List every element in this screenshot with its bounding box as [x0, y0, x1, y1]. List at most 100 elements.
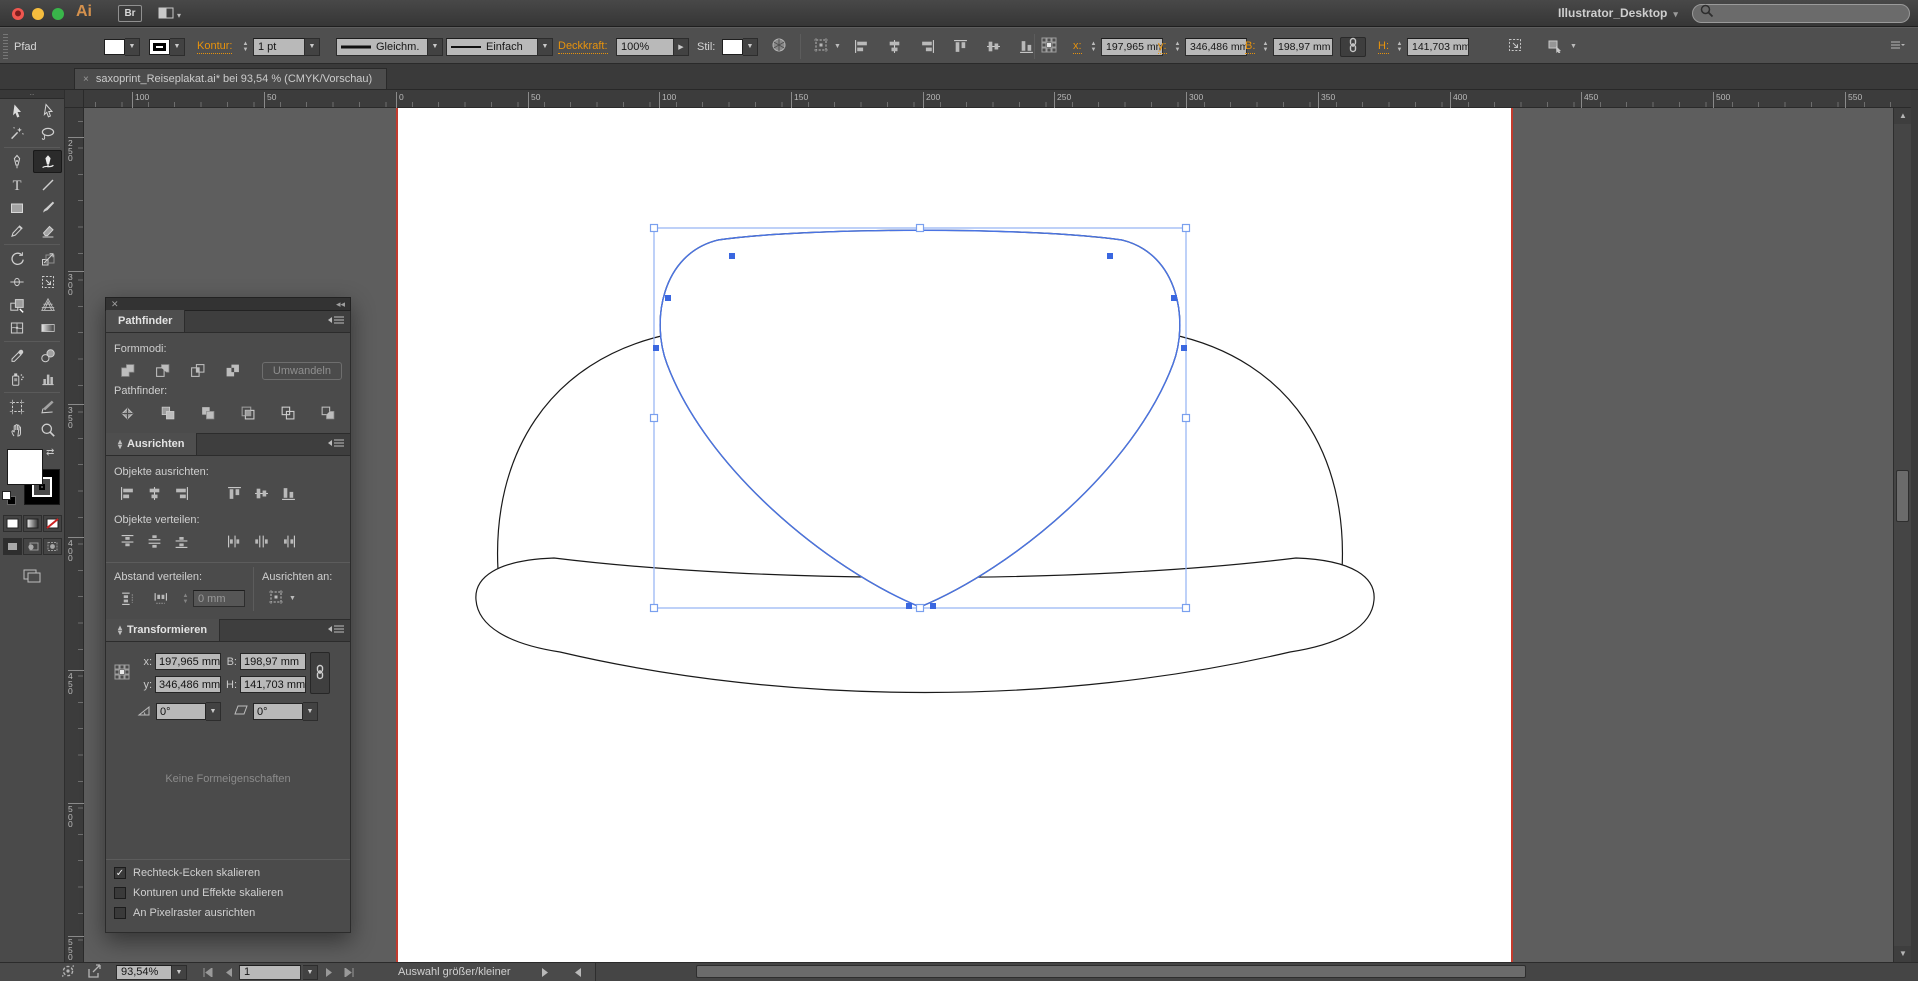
search-input[interactable] — [1692, 4, 1910, 23]
distribute-v-center-button[interactable] — [141, 531, 168, 552]
style-swatch[interactable] — [722, 39, 743, 55]
scroll-left-icon[interactable] — [569, 965, 587, 980]
tab-pathfinder[interactable]: Pathfinder — [106, 310, 185, 332]
transform-y-field[interactable]: 346,486 mm — [155, 676, 221, 693]
panel-menu-icon[interactable] — [328, 439, 344, 451]
shear-field[interactable]: 0° — [253, 703, 303, 720]
tools-panel-grip[interactable]: ‥ — [0, 90, 64, 99]
document-tab[interactable]: × saxoprint_Reiseplakat.ai* bei 93,54 % … — [74, 68, 387, 89]
lasso-tool[interactable] — [33, 122, 62, 145]
align-left-button[interactable] — [848, 36, 875, 57]
trim-button[interactable] — [154, 402, 181, 423]
unite-button[interactable] — [114, 360, 141, 381]
align-v-center-button[interactable] — [248, 483, 275, 504]
distribute-top-button[interactable] — [114, 531, 141, 552]
default-fill-stroke-icon[interactable] — [2, 491, 17, 506]
opacity-panel-link[interactable]: Deckkraft: — [558, 40, 608, 54]
canvas[interactable] — [84, 108, 1893, 962]
transform-width-field[interactable]: 198,97 mm — [240, 653, 306, 670]
ruler-corner[interactable] — [65, 90, 84, 108]
style-dropdown[interactable]: ▼ — [743, 38, 758, 56]
minimize-window-button[interactable] — [32, 8, 44, 20]
y-label[interactable]: y: — [1158, 40, 1167, 54]
stroke-panel-link[interactable]: Kontur: — [197, 40, 232, 54]
shape-builder-tool[interactable] — [2, 293, 31, 316]
fill-color-well[interactable] — [7, 449, 43, 485]
crop-button[interactable] — [234, 402, 261, 423]
draw-normal-button[interactable] — [3, 538, 22, 555]
y-field[interactable]: 346,486 mm — [1185, 38, 1247, 56]
hand-tool[interactable] — [2, 418, 31, 441]
align-bottom-button[interactable] — [1013, 36, 1040, 57]
line-segment-tool[interactable] — [33, 173, 62, 196]
fill-color-dropdown[interactable]: ▼ — [125, 38, 140, 56]
sync-settings-icon[interactable] — [60, 963, 76, 981]
first-artboard-button[interactable] — [199, 965, 217, 980]
distribute-right-button[interactable] — [275, 531, 302, 552]
selection-tool[interactable] — [2, 99, 31, 122]
checkbox-unchecked[interactable] — [114, 887, 126, 899]
close-tab-icon[interactable]: × — [83, 74, 89, 85]
panel-menu-icon[interactable] — [328, 316, 344, 328]
width-label[interactable]: B: — [1245, 40, 1255, 54]
fill-color-swatch[interactable] — [104, 39, 125, 55]
free-transform-tool[interactable] — [33, 270, 62, 293]
rotate-field[interactable]: 0° — [156, 703, 206, 720]
expand-button[interactable]: Umwandeln — [262, 362, 342, 380]
distribute-left-button[interactable] — [221, 531, 248, 552]
column-graph-tool[interactable] — [33, 367, 62, 390]
scroll-up-icon[interactable]: ▲ — [1894, 108, 1912, 124]
reference-point-icon[interactable] — [1041, 37, 1057, 56]
draw-inside-button[interactable] — [43, 538, 62, 555]
align-h-center-button[interactable] — [881, 36, 908, 57]
rotate-tool[interactable] — [2, 247, 31, 270]
stroke-width-dropdown[interactable]: ▼ — [305, 38, 320, 56]
blend-tool[interactable] — [33, 344, 62, 367]
curvature-tool[interactable] — [33, 150, 62, 173]
brush-definition-select[interactable]: Einfach — [446, 38, 538, 56]
width-field[interactable]: 198,97 mm — [1273, 38, 1333, 56]
align-right-button[interactable] — [168, 483, 195, 504]
zoom-level-dropdown[interactable]: ▼ — [172, 965, 187, 980]
width-profile-dropdown[interactable]: ▼ — [428, 38, 443, 56]
align-to-button[interactable] — [262, 588, 289, 609]
status-expand-icon[interactable] — [537, 965, 555, 980]
eraser-tool[interactable] — [33, 219, 62, 242]
type-tool[interactable]: T — [2, 173, 31, 196]
checkbox-row[interactable]: An Pixelraster ausrichten — [114, 904, 342, 922]
artwork[interactable] — [84, 108, 1893, 962]
pen-tool[interactable] — [2, 150, 31, 173]
outline-button[interactable] — [274, 402, 301, 423]
stroke-width-stepper[interactable]: ▲▼ — [240, 41, 251, 53]
symbol-sprayer-tool[interactable] — [2, 367, 31, 390]
opacity-dropdown[interactable]: ▶ — [674, 38, 689, 56]
horizontal-space-button[interactable] — [147, 588, 174, 609]
merge-button[interactable] — [194, 402, 221, 423]
checkbox-row[interactable]: Konturen und Effekte skalieren — [114, 884, 342, 902]
previous-artboard-button[interactable] — [219, 965, 237, 980]
arrange-documents-button[interactable]: ▾ — [158, 5, 181, 26]
panel-menu-icon[interactable] — [328, 625, 344, 637]
mesh-tool[interactable] — [2, 316, 31, 339]
close-window-button[interactable] — [12, 8, 24, 20]
zoom-window-button[interactable] — [52, 8, 64, 20]
width-profile-select[interactable]: Gleichm. — [336, 38, 428, 56]
align-bottom-button[interactable] — [275, 483, 302, 504]
checkbox-unchecked[interactable] — [114, 907, 126, 919]
paintbrush-tool[interactable] — [33, 196, 62, 219]
minus-back-button[interactable] — [314, 402, 341, 423]
scale-tool[interactable] — [33, 247, 62, 270]
pencil-tool[interactable] — [2, 219, 31, 242]
align-v-center-button[interactable] — [980, 36, 1007, 57]
none-button[interactable] — [43, 515, 62, 532]
checkbox-row[interactable]: ✓Rechteck-Ecken skalieren — [114, 864, 342, 882]
rotate-dropdown[interactable]: ▼ — [206, 702, 221, 721]
width-tool[interactable] — [2, 270, 31, 293]
checkbox-checked[interactable]: ✓ — [114, 867, 126, 879]
vertical-scrollbar[interactable]: ▲ ▼ — [1893, 108, 1911, 962]
share-icon[interactable] — [86, 963, 102, 981]
scroll-down-icon[interactable]: ▼ — [1894, 946, 1912, 962]
control-bar-menu-button[interactable] — [1884, 35, 1910, 59]
exclude-button[interactable] — [219, 360, 246, 381]
tab-align[interactable]: ▴▾Ausrichten — [106, 433, 197, 455]
